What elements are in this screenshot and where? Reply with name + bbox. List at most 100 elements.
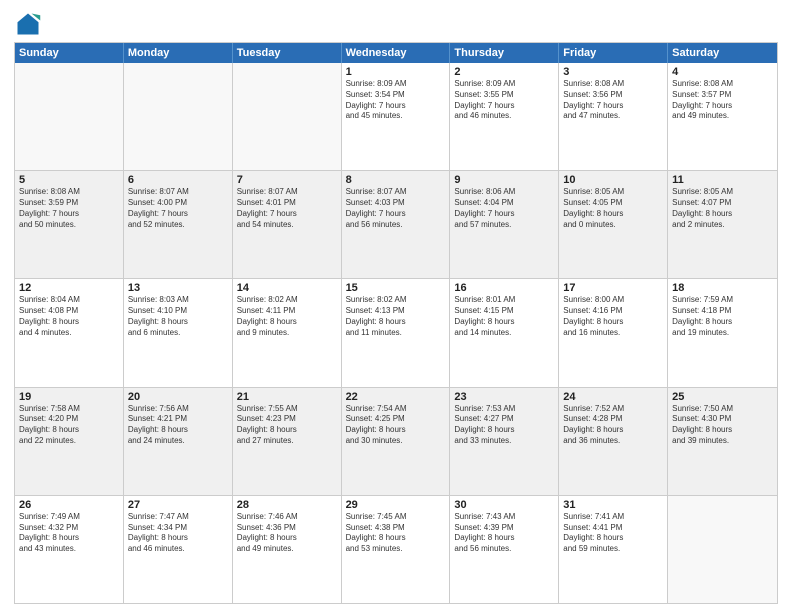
calendar-cell-4-6 [668, 496, 777, 603]
cell-info: Sunrise: 7:49 AM Sunset: 4:32 PM Dayligh… [19, 512, 119, 555]
day-number: 19 [19, 391, 119, 403]
cell-info: Sunrise: 8:05 AM Sunset: 4:05 PM Dayligh… [563, 187, 663, 230]
cell-info: Sunrise: 7:54 AM Sunset: 4:25 PM Dayligh… [346, 404, 446, 447]
day-number: 10 [563, 174, 663, 186]
calendar-cell-0-2 [233, 63, 342, 170]
calendar-cell-2-2: 14Sunrise: 8:02 AM Sunset: 4:11 PM Dayli… [233, 279, 342, 386]
day-number: 13 [128, 282, 228, 294]
cell-info: Sunrise: 7:41 AM Sunset: 4:41 PM Dayligh… [563, 512, 663, 555]
cell-info: Sunrise: 7:56 AM Sunset: 4:21 PM Dayligh… [128, 404, 228, 447]
cell-info: Sunrise: 7:50 AM Sunset: 4:30 PM Dayligh… [672, 404, 773, 447]
cell-info: Sunrise: 8:02 AM Sunset: 4:11 PM Dayligh… [237, 295, 337, 338]
cell-info: Sunrise: 7:55 AM Sunset: 4:23 PM Dayligh… [237, 404, 337, 447]
day-number: 27 [128, 499, 228, 511]
cell-info: Sunrise: 8:07 AM Sunset: 4:00 PM Dayligh… [128, 187, 228, 230]
calendar-row-4: 26Sunrise: 7:49 AM Sunset: 4:32 PM Dayli… [15, 495, 777, 603]
calendar-cell-4-0: 26Sunrise: 7:49 AM Sunset: 4:32 PM Dayli… [15, 496, 124, 603]
calendar: SundayMondayTuesdayWednesdayThursdayFrid… [14, 42, 778, 604]
day-number: 9 [454, 174, 554, 186]
day-number: 28 [237, 499, 337, 511]
calendar-cell-2-6: 18Sunrise: 7:59 AM Sunset: 4:18 PM Dayli… [668, 279, 777, 386]
calendar-cell-3-0: 19Sunrise: 7:58 AM Sunset: 4:20 PM Dayli… [15, 388, 124, 495]
cell-info: Sunrise: 7:47 AM Sunset: 4:34 PM Dayligh… [128, 512, 228, 555]
calendar-cell-2-0: 12Sunrise: 8:04 AM Sunset: 4:08 PM Dayli… [15, 279, 124, 386]
cell-info: Sunrise: 7:53 AM Sunset: 4:27 PM Dayligh… [454, 404, 554, 447]
header [14, 10, 778, 38]
header-day-thursday: Thursday [450, 43, 559, 63]
day-number: 26 [19, 499, 119, 511]
day-number: 15 [346, 282, 446, 294]
calendar-body: 1Sunrise: 8:09 AM Sunset: 3:54 PM Daylig… [15, 63, 777, 603]
day-number: 22 [346, 391, 446, 403]
day-number: 21 [237, 391, 337, 403]
day-number: 11 [672, 174, 773, 186]
page: SundayMondayTuesdayWednesdayThursdayFrid… [0, 0, 792, 612]
calendar-cell-3-2: 21Sunrise: 7:55 AM Sunset: 4:23 PM Dayli… [233, 388, 342, 495]
cell-info: Sunrise: 8:05 AM Sunset: 4:07 PM Dayligh… [672, 187, 773, 230]
calendar-cell-4-1: 27Sunrise: 7:47 AM Sunset: 4:34 PM Dayli… [124, 496, 233, 603]
cell-info: Sunrise: 8:08 AM Sunset: 3:56 PM Dayligh… [563, 79, 663, 122]
cell-info: Sunrise: 8:06 AM Sunset: 4:04 PM Dayligh… [454, 187, 554, 230]
cell-info: Sunrise: 8:00 AM Sunset: 4:16 PM Dayligh… [563, 295, 663, 338]
day-number: 6 [128, 174, 228, 186]
cell-info: Sunrise: 7:45 AM Sunset: 4:38 PM Dayligh… [346, 512, 446, 555]
header-day-sunday: Sunday [15, 43, 124, 63]
calendar-cell-3-3: 22Sunrise: 7:54 AM Sunset: 4:25 PM Dayli… [342, 388, 451, 495]
day-number: 29 [346, 499, 446, 511]
day-number: 2 [454, 66, 554, 78]
cell-info: Sunrise: 7:52 AM Sunset: 4:28 PM Dayligh… [563, 404, 663, 447]
cell-info: Sunrise: 7:59 AM Sunset: 4:18 PM Dayligh… [672, 295, 773, 338]
cell-info: Sunrise: 8:09 AM Sunset: 3:54 PM Dayligh… [346, 79, 446, 122]
day-number: 8 [346, 174, 446, 186]
cell-info: Sunrise: 8:01 AM Sunset: 4:15 PM Dayligh… [454, 295, 554, 338]
header-day-friday: Friday [559, 43, 668, 63]
calendar-cell-0-1 [124, 63, 233, 170]
cell-info: Sunrise: 8:08 AM Sunset: 3:59 PM Dayligh… [19, 187, 119, 230]
calendar-row-0: 1Sunrise: 8:09 AM Sunset: 3:54 PM Daylig… [15, 63, 777, 170]
calendar-cell-3-6: 25Sunrise: 7:50 AM Sunset: 4:30 PM Dayli… [668, 388, 777, 495]
cell-info: Sunrise: 8:09 AM Sunset: 3:55 PM Dayligh… [454, 79, 554, 122]
calendar-cell-2-1: 13Sunrise: 8:03 AM Sunset: 4:10 PM Dayli… [124, 279, 233, 386]
calendar-cell-4-2: 28Sunrise: 7:46 AM Sunset: 4:36 PM Dayli… [233, 496, 342, 603]
calendar-cell-0-6: 4Sunrise: 8:08 AM Sunset: 3:57 PM Daylig… [668, 63, 777, 170]
day-number: 5 [19, 174, 119, 186]
day-number: 25 [672, 391, 773, 403]
cell-info: Sunrise: 8:03 AM Sunset: 4:10 PM Dayligh… [128, 295, 228, 338]
day-number: 24 [563, 391, 663, 403]
calendar-cell-1-0: 5Sunrise: 8:08 AM Sunset: 3:59 PM Daylig… [15, 171, 124, 278]
calendar-cell-4-4: 30Sunrise: 7:43 AM Sunset: 4:39 PM Dayli… [450, 496, 559, 603]
calendar-cell-0-0 [15, 63, 124, 170]
cell-info: Sunrise: 8:07 AM Sunset: 4:01 PM Dayligh… [237, 187, 337, 230]
logo [14, 10, 46, 38]
cell-info: Sunrise: 7:43 AM Sunset: 4:39 PM Dayligh… [454, 512, 554, 555]
calendar-row-3: 19Sunrise: 7:58 AM Sunset: 4:20 PM Dayli… [15, 387, 777, 495]
day-number: 20 [128, 391, 228, 403]
calendar-cell-0-4: 2Sunrise: 8:09 AM Sunset: 3:55 PM Daylig… [450, 63, 559, 170]
calendar-cell-1-5: 10Sunrise: 8:05 AM Sunset: 4:05 PM Dayli… [559, 171, 668, 278]
day-number: 16 [454, 282, 554, 294]
day-number: 23 [454, 391, 554, 403]
calendar-cell-1-4: 9Sunrise: 8:06 AM Sunset: 4:04 PM Daylig… [450, 171, 559, 278]
day-number: 30 [454, 499, 554, 511]
calendar-cell-1-2: 7Sunrise: 8:07 AM Sunset: 4:01 PM Daylig… [233, 171, 342, 278]
cell-info: Sunrise: 8:08 AM Sunset: 3:57 PM Dayligh… [672, 79, 773, 122]
day-number: 12 [19, 282, 119, 294]
calendar-cell-4-3: 29Sunrise: 7:45 AM Sunset: 4:38 PM Dayli… [342, 496, 451, 603]
calendar-cell-2-3: 15Sunrise: 8:02 AM Sunset: 4:13 PM Dayli… [342, 279, 451, 386]
calendar-cell-3-1: 20Sunrise: 7:56 AM Sunset: 4:21 PM Dayli… [124, 388, 233, 495]
calendar-header: SundayMondayTuesdayWednesdayThursdayFrid… [15, 43, 777, 63]
header-day-saturday: Saturday [668, 43, 777, 63]
calendar-cell-2-5: 17Sunrise: 8:00 AM Sunset: 4:16 PM Dayli… [559, 279, 668, 386]
day-number: 4 [672, 66, 773, 78]
calendar-cell-4-5: 31Sunrise: 7:41 AM Sunset: 4:41 PM Dayli… [559, 496, 668, 603]
day-number: 31 [563, 499, 663, 511]
cell-info: Sunrise: 8:02 AM Sunset: 4:13 PM Dayligh… [346, 295, 446, 338]
calendar-cell-3-5: 24Sunrise: 7:52 AM Sunset: 4:28 PM Dayli… [559, 388, 668, 495]
cell-info: Sunrise: 7:58 AM Sunset: 4:20 PM Dayligh… [19, 404, 119, 447]
header-day-monday: Monday [124, 43, 233, 63]
calendar-cell-0-5: 3Sunrise: 8:08 AM Sunset: 3:56 PM Daylig… [559, 63, 668, 170]
cell-info: Sunrise: 7:46 AM Sunset: 4:36 PM Dayligh… [237, 512, 337, 555]
calendar-row-2: 12Sunrise: 8:04 AM Sunset: 4:08 PM Dayli… [15, 278, 777, 386]
calendar-cell-1-1: 6Sunrise: 8:07 AM Sunset: 4:00 PM Daylig… [124, 171, 233, 278]
calendar-cell-3-4: 23Sunrise: 7:53 AM Sunset: 4:27 PM Dayli… [450, 388, 559, 495]
